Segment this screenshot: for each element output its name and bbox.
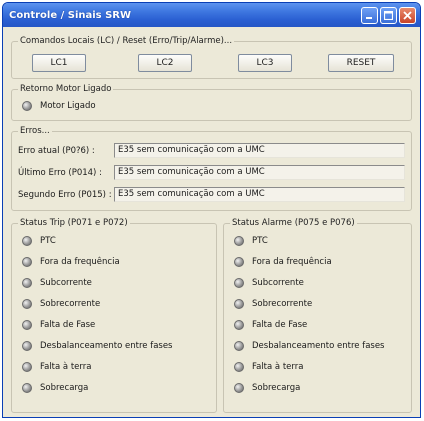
local-commands-legend: Comandos Locais (LC) / Reset (Erro/Trip/… — [18, 36, 235, 46]
trip-status-item: Fora da frequência — [22, 257, 120, 267]
alarm-status-item: PTC — [234, 236, 268, 246]
current-error-row: Erro atual (P0?6) : E35 sem comunicação … — [18, 142, 405, 159]
trip-status-item: Desbalanceamento entre fases — [22, 341, 173, 351]
trip-status-label: Subcorrente — [40, 278, 92, 288]
alarm-status-item: Subcorrente — [234, 278, 304, 288]
current-error-field: E35 sem comunicação com a UMC — [114, 143, 405, 158]
led-icon — [234, 320, 244, 330]
last-error-label: Último Erro (P014) : — [18, 167, 102, 178]
alarm-status-item: Sobrecarga — [234, 383, 300, 393]
led-icon — [22, 383, 32, 393]
trip-status-label: Falta de Fase — [40, 320, 96, 330]
led-icon — [234, 341, 244, 351]
led-icon — [234, 299, 244, 309]
lc3-button[interactable]: LC3 — [238, 54, 292, 72]
trip-status-item: Falta à terra — [22, 362, 91, 372]
close-icon — [403, 10, 412, 20]
trip-status-label: Fora da frequência — [40, 257, 120, 267]
trip-status-label: Falta à terra — [40, 362, 92, 372]
second-error-field: E35 sem comunicação com a UMC — [114, 187, 405, 202]
motor-on-label: Motor Ligado — [40, 101, 96, 111]
alarm-status-label: Subcorrente — [252, 278, 304, 288]
led-icon — [234, 236, 244, 246]
led-icon — [22, 362, 32, 372]
alarm-status-label: Desbalanceamento entre fases — [252, 341, 385, 351]
trip-status-label: PTC — [40, 236, 56, 246]
minimize-icon — [366, 16, 372, 19]
led-icon — [234, 383, 244, 393]
last-error-field: E35 sem comunicação com a UMC — [114, 165, 405, 180]
led-icon — [234, 362, 244, 372]
trip-status-label: Desbalanceamento entre fases — [40, 341, 173, 351]
alarm-status-item: Falta à terra — [234, 362, 303, 372]
trip-status-item: Subcorrente — [22, 278, 92, 288]
motor-feedback-group: Retorno Motor Ligado Motor Ligado — [11, 84, 412, 121]
led-icon — [22, 341, 32, 351]
window-title: Controle / Sinais SRW — [9, 9, 132, 21]
title-bar[interactable]: Controle / Sinais SRW — [3, 3, 420, 27]
alarm-status-label: Sobrecarga — [252, 383, 301, 393]
status-trip-legend: Status Trip (P071 e P072) — [18, 218, 130, 228]
alarm-status-item: Falta de Fase — [234, 320, 307, 330]
status-alarm-legend: Status Alarme (P075 e P076) — [230, 218, 357, 228]
led-icon — [22, 299, 32, 309]
errors-legend: Erros... — [18, 126, 52, 136]
alarm-status-label: Falta à terra — [252, 362, 304, 372]
trip-status-item: Falta de Fase — [22, 320, 95, 330]
minimize-button[interactable] — [361, 6, 378, 24]
led-icon — [22, 320, 32, 330]
lc1-button[interactable]: LC1 — [32, 54, 86, 72]
second-error-row: Segundo Erro (P015) : E35 sem comunicaçã… — [18, 186, 405, 203]
reset-button[interactable]: RESET — [328, 54, 394, 72]
close-button[interactable] — [399, 6, 416, 24]
alarm-status-item: Sobrecorrente — [234, 299, 312, 309]
alarm-status-label: Fora da frequência — [252, 257, 332, 267]
lc2-button[interactable]: LC2 — [138, 54, 192, 72]
trip-status-item: Sobrecorrente — [22, 299, 100, 309]
last-error-row: Último Erro (P014) : E35 sem comunicação… — [18, 164, 405, 181]
trip-status-label: Sobrecorrente — [40, 299, 101, 309]
current-error-label: Erro atual (P0?6) : — [18, 145, 95, 156]
alarm-status-label: Sobrecorrente — [252, 299, 313, 309]
app-window: Controle / Sinais SRW Comandos Locais (L… — [2, 2, 421, 418]
trip-status-label: Sobrecarga — [40, 383, 89, 393]
led-icon — [22, 257, 32, 267]
motor-feedback-legend: Retorno Motor Ligado — [18, 84, 114, 94]
led-icon — [22, 278, 32, 288]
alarm-status-item: Desbalanceamento entre fases — [234, 341, 385, 351]
motor-on-indicator: Motor Ligado — [22, 101, 96, 111]
led-icon — [22, 101, 32, 111]
led-icon — [234, 257, 244, 267]
trip-status-item: PTC — [22, 236, 56, 246]
local-commands-group: Comandos Locais (LC) / Reset (Erro/Trip/… — [11, 36, 412, 79]
status-trip-group: Status Trip (P071 e P072) PTC Fora da fr… — [11, 218, 217, 413]
maximize-button[interactable] — [380, 6, 397, 24]
errors-group: Erros... Erro atual (P0?6) : E35 sem com… — [11, 126, 412, 211]
led-icon — [234, 278, 244, 288]
second-error-label: Segundo Erro (P015) : — [18, 189, 112, 200]
maximize-icon — [384, 10, 393, 20]
trip-status-item: Sobrecarga — [22, 383, 88, 393]
alarm-status-item: Fora da frequência — [234, 257, 332, 267]
alarm-status-label: Falta de Fase — [252, 320, 308, 330]
alarm-status-label: PTC — [252, 236, 268, 246]
status-alarm-group: Status Alarme (P075 e P076) PTC Fora da … — [223, 218, 412, 413]
led-icon — [22, 236, 32, 246]
